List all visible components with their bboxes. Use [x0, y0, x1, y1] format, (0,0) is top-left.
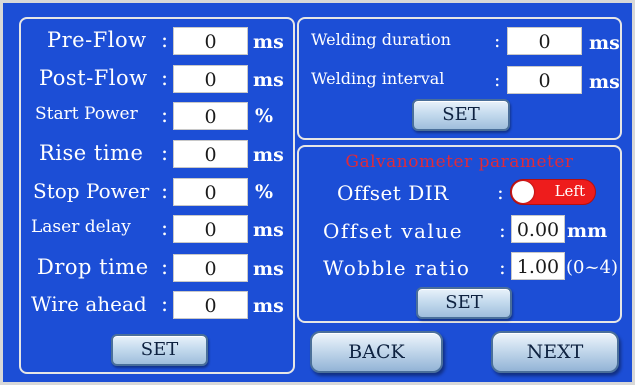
rise-time-input[interactable]: 0	[173, 140, 248, 168]
pre-flow-unit: ms	[253, 31, 284, 53]
pre-flow-label: Pre-Flow	[47, 28, 147, 52]
laser-delay-input[interactable]: 0	[173, 215, 248, 243]
welding-interval-unit: ms	[589, 71, 620, 93]
toggle-knob	[512, 181, 534, 203]
wobble-ratio-range: (0~4)	[566, 257, 619, 278]
wire-ahead-unit: ms	[253, 295, 284, 317]
wire-ahead-colon: :	[161, 292, 169, 316]
wobble-ratio-label: Wobble ratio	[323, 256, 471, 280]
galvanometer-title: Galvanometer parameter	[345, 152, 574, 172]
wobble-ratio-input[interactable]: 1.00	[511, 252, 565, 280]
post-flow-label: Post-Flow	[39, 66, 148, 90]
stop-power-input[interactable]: 0	[173, 178, 248, 206]
drop-time-label: Drop time	[37, 255, 149, 279]
rise-time-colon: :	[161, 141, 169, 165]
wire-ahead-label: Wire ahead	[31, 292, 147, 316]
drop-time-colon: :	[161, 255, 169, 279]
offset-value-unit: mm	[567, 220, 608, 242]
post-flow-unit: ms	[253, 69, 284, 91]
welding-timing-panel: Welding duration : 0 ms Welding interval…	[297, 17, 622, 140]
drop-time-unit: ms	[253, 258, 284, 280]
welding-parameters-set-button[interactable]: SET	[111, 334, 208, 366]
welding-interval-colon: :	[494, 69, 501, 91]
laser-welding-settings-screen: Pre-Flow : 0 ms Post-Flow : 0 ms Start P…	[0, 0, 635, 385]
pre-flow-input[interactable]: 0	[173, 27, 248, 55]
pre-flow-colon: :	[161, 28, 169, 52]
post-flow-colon: :	[161, 66, 169, 90]
rise-time-label: Rise time	[39, 141, 144, 165]
post-flow-input[interactable]: 0	[173, 65, 248, 93]
wire-ahead-input[interactable]: 0	[173, 291, 248, 319]
back-button[interactable]: BACK	[310, 331, 443, 373]
galvanometer-panel: Galvanometer parameter Offset DIR : Left…	[297, 145, 622, 323]
galvanometer-set-button[interactable]: SET	[416, 287, 512, 319]
welding-interval-label: Welding interval	[311, 69, 445, 88]
offset-dir-label: Offset DIR	[337, 181, 449, 205]
start-power-colon: :	[161, 103, 169, 127]
start-power-label: Start Power	[35, 104, 138, 124]
welding-duration-colon: :	[494, 30, 501, 52]
offset-dir-value: Left	[554, 182, 585, 200]
laser-delay-colon: :	[161, 216, 169, 240]
stop-power-unit: %	[255, 181, 274, 203]
offset-value-input[interactable]: 0.00	[511, 215, 565, 243]
offset-value-colon: :	[499, 218, 506, 242]
laser-delay-unit: ms	[253, 219, 284, 241]
rise-time-unit: ms	[253, 144, 284, 166]
start-power-unit: %	[255, 105, 274, 127]
offset-dir-toggle[interactable]: Left	[510, 179, 596, 205]
offset-dir-colon: :	[497, 180, 504, 204]
welding-duration-label: Welding duration	[311, 30, 451, 49]
welding-timing-set-button[interactable]: SET	[412, 99, 510, 131]
start-power-input[interactable]: 0	[173, 102, 248, 130]
offset-value-label: Offset value	[323, 219, 464, 243]
stop-power-label: Stop Power	[33, 179, 150, 203]
stop-power-colon: :	[161, 179, 169, 203]
welding-duration-unit: ms	[589, 32, 620, 54]
wobble-ratio-colon: :	[499, 255, 506, 279]
welding-interval-input[interactable]: 0	[507, 66, 582, 94]
laser-delay-label: Laser delay	[31, 217, 131, 237]
next-button[interactable]: NEXT	[491, 331, 619, 373]
welding-duration-input[interactable]: 0	[507, 27, 582, 55]
drop-time-input[interactable]: 0	[173, 254, 248, 282]
welding-parameters-panel: Pre-Flow : 0 ms Post-Flow : 0 ms Start P…	[19, 17, 295, 374]
